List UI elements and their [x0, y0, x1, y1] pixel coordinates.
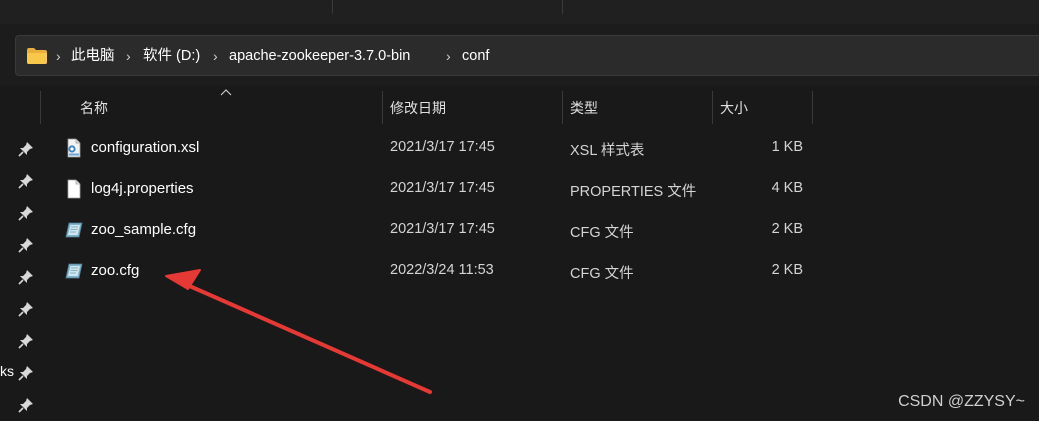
file-size: 2 KB [771, 262, 803, 278]
file-size: 4 KB [771, 180, 803, 196]
blank-file-icon [67, 179, 81, 199]
toolbar-strip [0, 0, 1039, 25]
file-type: CFG 文件 [570, 266, 634, 282]
toolbar-divider [562, 0, 563, 14]
file-name[interactable]: configuration.xsl [91, 139, 199, 156]
pin-icon[interactable] [18, 205, 34, 221]
breadcrumb-zookeeper[interactable]: apache-zookeeper-3.7.0-bin [229, 47, 410, 65]
breadcrumb-this-pc[interactable]: 此电脑 [71, 47, 115, 65]
file-modified: 2021/3/17 17:45 [390, 221, 495, 237]
pin-icon[interactable] [18, 397, 34, 413]
folder-icon [27, 48, 47, 64]
breadcrumb-drive-d[interactable]: 软件 (D:) [143, 47, 200, 65]
pin-icon[interactable] [18, 333, 34, 349]
pin-icon[interactable] [18, 365, 34, 381]
column-divider[interactable] [562, 91, 563, 124]
file-modified: 2021/3/17 17:45 [390, 139, 495, 155]
file-row-log4j-properties[interactable]: log4j.properties 2021/3/17 17:45 PROPERT… [40, 171, 820, 207]
pin-icon[interactable] [18, 141, 34, 157]
xsl-file-icon [67, 138, 81, 158]
pin-icon[interactable] [18, 173, 34, 189]
pin-icon[interactable] [18, 301, 34, 317]
file-row-configuration-xsl[interactable]: configuration.xsl 2021/3/17 17:45 XSL 样式… [40, 130, 820, 166]
nav-item-label[interactable]: ks [0, 363, 14, 379]
column-header-modified[interactable]: 修改日期 [390, 98, 446, 118]
file-type: XSL 样式表 [570, 143, 645, 159]
breadcrumb-conf[interactable]: conf [462, 47, 489, 65]
pin-icon[interactable] [18, 269, 34, 285]
file-size: 2 KB [771, 221, 803, 237]
address-bar[interactable]: › 此电脑 › 软件 (D:) › apache-zookeeper-3.7.0… [15, 35, 1039, 76]
column-header-name[interactable]: 名称 [80, 98, 108, 118]
file-type: CFG 文件 [570, 225, 634, 241]
file-size: 1 KB [771, 139, 803, 155]
file-name[interactable]: log4j.properties [91, 180, 194, 197]
cfg-file-icon [65, 222, 83, 238]
cfg-file-icon [65, 263, 83, 279]
file-modified: 2021/3/17 17:45 [390, 180, 495, 196]
column-divider[interactable] [712, 91, 713, 124]
column-header-type[interactable]: 类型 [570, 98, 598, 118]
chevron-right-icon[interactable]: › [446, 47, 451, 65]
chevron-right-icon[interactable]: › [213, 47, 218, 65]
sort-ascending-icon [220, 89, 232, 96]
column-header-row: 名称 修改日期 类型 大小 [40, 86, 1039, 126]
watermark-text: CSDN @ZZYSY~ [898, 393, 1025, 410]
chevron-right-icon[interactable]: › [56, 47, 61, 65]
chevron-right-icon[interactable]: › [126, 47, 131, 65]
column-divider[interactable] [40, 91, 41, 124]
file-name[interactable]: zoo.cfg [91, 262, 139, 279]
file-name[interactable]: zoo_sample.cfg [91, 221, 196, 238]
pin-icon[interactable] [18, 237, 34, 253]
file-list: 名称 修改日期 类型 大小 configuration.xsl 2021/3/1… [40, 86, 1039, 421]
file-type: PROPERTIES 文件 [570, 184, 697, 200]
file-row-zoo-sample-cfg[interactable]: zoo_sample.cfg 2021/3/17 17:45 CFG 文件 2 … [40, 212, 820, 248]
column-divider[interactable] [382, 91, 383, 124]
file-modified: 2022/3/24 11:53 [390, 262, 494, 278]
address-bar-region: › 此电脑 › 软件 (D:) › apache-zookeeper-3.7.0… [0, 24, 1039, 86]
file-row-zoo-cfg[interactable]: zoo.cfg 2022/3/24 11:53 CFG 文件 2 KB [40, 253, 820, 289]
column-divider[interactable] [812, 91, 813, 124]
toolbar-divider [332, 0, 333, 14]
column-header-size[interactable]: 大小 [720, 98, 748, 118]
